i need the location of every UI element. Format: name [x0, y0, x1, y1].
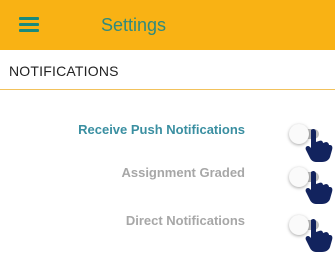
setting-row-receive-push: Receive Push Notifications: [0, 112, 335, 152]
pointing-hand-icon: [305, 170, 333, 204]
pointing-hand-icon: [305, 218, 333, 252]
section-header: NOTIFICATIONS: [0, 50, 335, 90]
section-title: NOTIFICATIONS: [9, 63, 119, 79]
hamburger-menu-icon[interactable]: [19, 16, 41, 34]
page-title: Settings: [101, 15, 167, 35]
setting-row-direct-notifications: Direct Notifications: [0, 203, 335, 243]
setting-label-assignment-graded: Assignment Graded: [121, 165, 245, 180]
setting-label-direct-notifications: Direct Notifications: [125, 213, 245, 228]
setting-label-receive-push: Receive Push Notifications: [78, 122, 245, 137]
app-header: Settings: [0, 0, 335, 50]
pointing-hand-icon: [305, 128, 333, 162]
setting-row-assignment-graded: Assignment Graded: [0, 155, 335, 195]
settings-screen: Settings NOTIFICATIONS Receive Push Noti…: [0, 0, 335, 260]
